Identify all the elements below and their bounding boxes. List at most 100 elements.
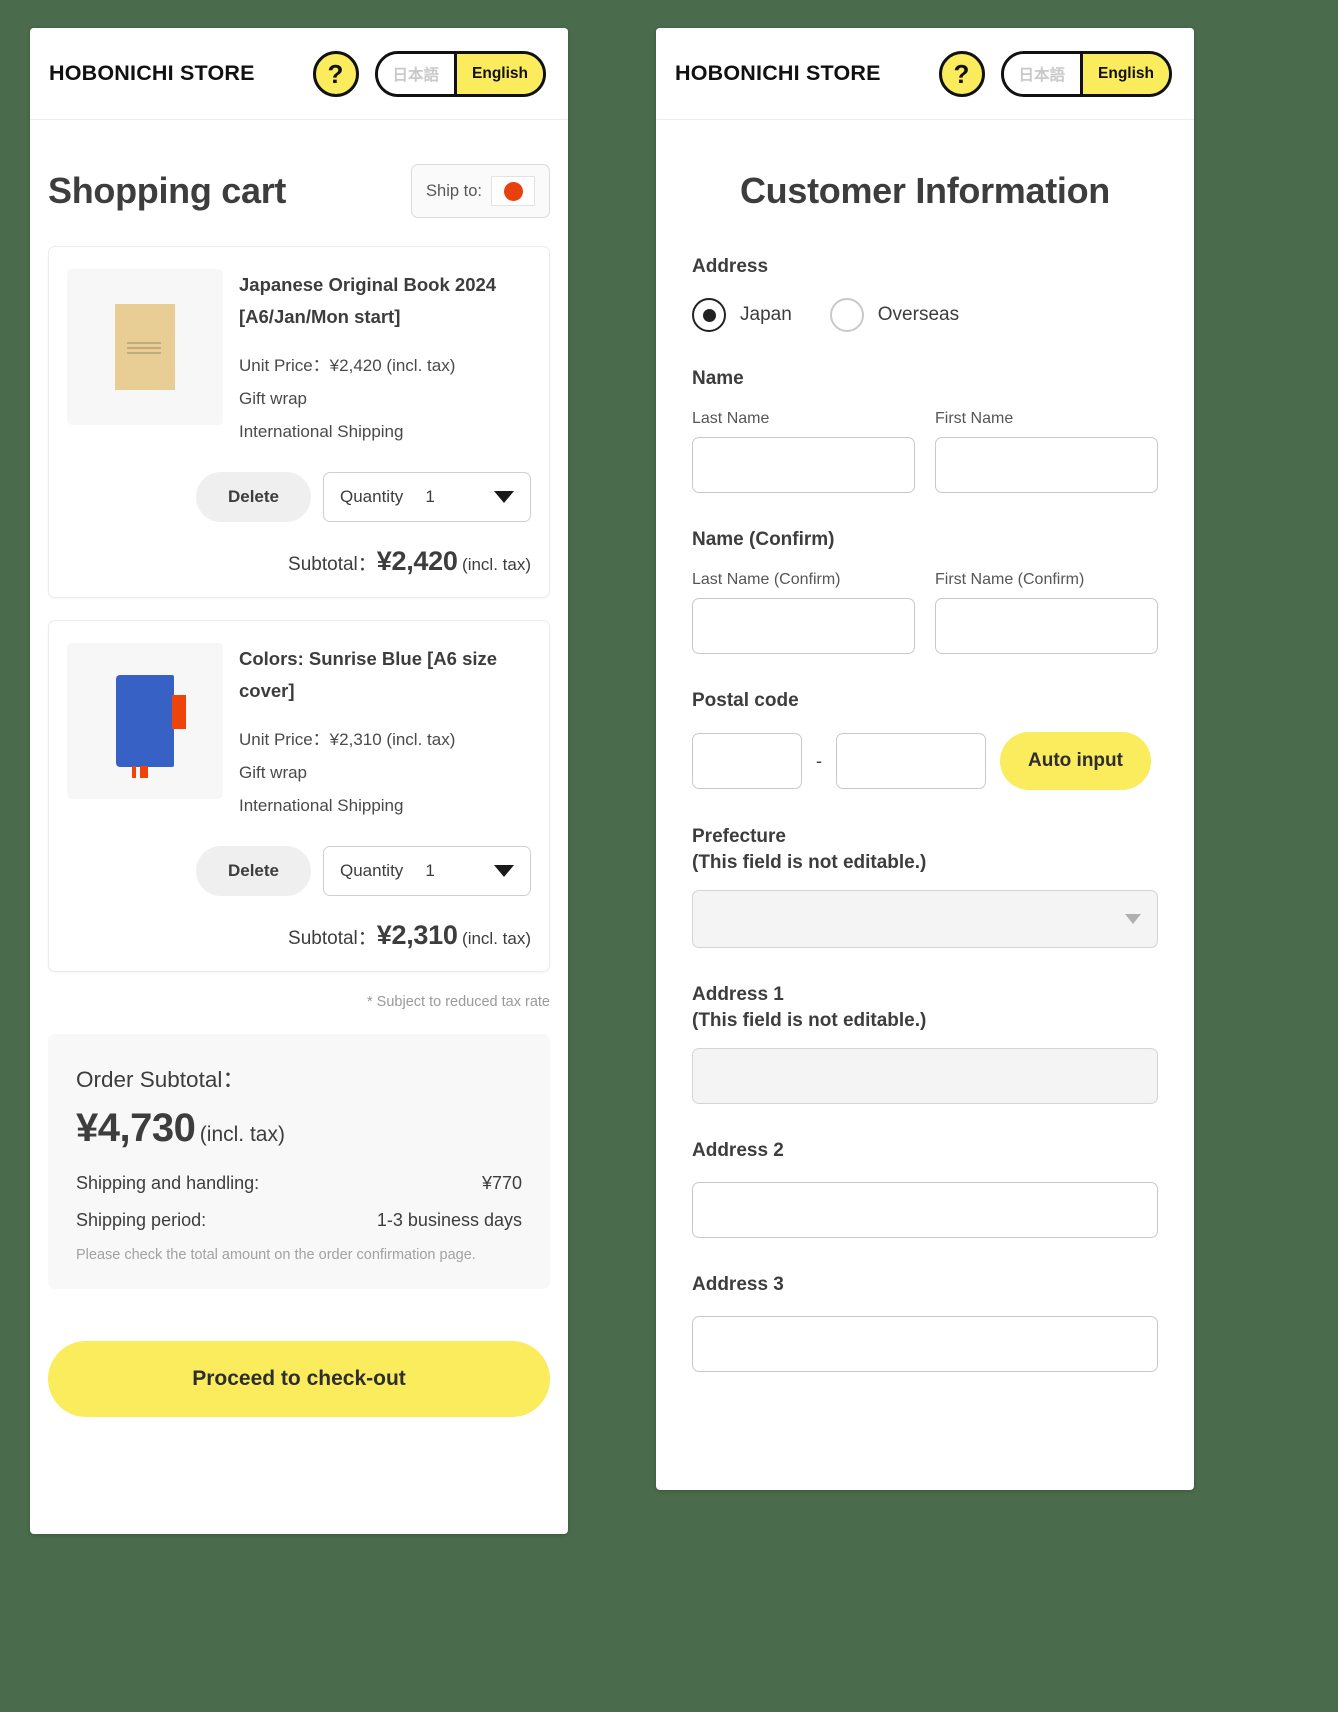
address2-group: Address 2 (692, 1140, 1158, 1238)
first-name-confirm-field[interactable] (935, 598, 1158, 654)
address3-group: Address 3 (692, 1274, 1158, 1372)
product-shipping: International Shipping (239, 421, 404, 441)
lang-option-japanese[interactable]: 日本語 (1003, 53, 1081, 94)
address1-field (692, 1048, 1158, 1104)
prefecture-select[interactable] (692, 890, 1158, 948)
proceed-to-checkout-button[interactable]: Proceed to check-out (48, 1341, 550, 1418)
product-gift-wrap: Gift wrap (239, 762, 308, 782)
shipping-handling-label: Shipping and handling: (76, 1173, 260, 1194)
order-total-amount: ¥4,730 (76, 1106, 196, 1151)
brand-logo[interactable]: HOBONICHI STORE (675, 61, 881, 86)
postal-code-row: - Auto input (692, 732, 1158, 790)
radio-japan-icon[interactable] (692, 298, 726, 332)
page-title: Shopping cart (48, 170, 287, 211)
first-name-label: First Name (935, 410, 1014, 427)
japan-flag-icon (491, 176, 535, 206)
last-name-col: Last Name (692, 410, 915, 493)
lang-option-english[interactable]: English (1080, 53, 1169, 94)
brand-logo[interactable]: HOBONICHI STORE (49, 61, 255, 86)
quantity-label: Quantity (340, 861, 404, 881)
cart-item: Japanese Original Book 2024 [A6/Jan/Mon … (48, 246, 550, 599)
radio-overseas-icon[interactable] (829, 298, 864, 332)
address2-field[interactable] (692, 1182, 1158, 1238)
site-header: HOBONICHI STORE ? 日本語 English (30, 28, 568, 120)
name-group-label: Name (692, 368, 744, 389)
prefecture-label: Prefecture (692, 826, 786, 847)
address2-label: Address 2 (692, 1140, 784, 1161)
cart-title-row: Shopping cart Ship to: (48, 120, 550, 246)
first-name-confirm-label: First Name (Confirm) (935, 571, 1085, 588)
shopping-cart-panel: HOBONICHI STORE ? 日本語 English Shopping c… (30, 28, 568, 1534)
shipping-handling-row: Shipping and handling: ¥770 (76, 1173, 522, 1194)
ship-to-selector[interactable]: Ship to: (411, 164, 550, 218)
header-actions: ? 日本語 English (938, 50, 1172, 97)
address1-note: (This field is not editable.) (692, 1010, 927, 1031)
cart-item-actions: Delete Quantity 1 (67, 472, 531, 523)
item-subtotal-label: Subtotal： (288, 554, 377, 576)
chevron-down-icon (1125, 914, 1141, 924)
chevron-down-icon (494, 491, 514, 504)
item-subtotal-tax: (incl. tax) (462, 929, 531, 949)
header-actions: ? 日本語 English (312, 50, 546, 97)
product-shipping: International Shipping (239, 795, 404, 815)
language-toggle[interactable]: 日本語 English (374, 50, 546, 97)
name-fields-row: Last Name First Name (692, 410, 1158, 493)
screenshot-stage: HOBONICHI STORE ? 日本語 English Shopping c… (0, 0, 1338, 1712)
delete-button[interactable]: Delete (195, 846, 311, 897)
last-name-field[interactable] (692, 437, 915, 493)
customer-form: Customer Information Address Japan Overs… (656, 120, 1194, 1372)
quantity-label: Quantity (340, 487, 404, 507)
question-mark-icon[interactable]: ? (312, 50, 359, 97)
order-total: ¥4,730 (incl. tax) (76, 1106, 522, 1151)
shipping-handling-value: ¥770 (481, 1173, 522, 1194)
quantity-select[interactable]: Quantity 1 (323, 846, 531, 897)
quantity-value: 1 (425, 487, 435, 507)
product-thumbnail[interactable] (67, 269, 223, 425)
item-subtotal-amount: ¥2,420 (376, 546, 458, 577)
lang-option-english[interactable]: English (454, 53, 543, 94)
name-confirm-fields-row: Last Name (Confirm) First Name (Confirm) (692, 571, 1158, 654)
order-summary: Order Subtotal： ¥4,730 (incl. tax) Shipp… (48, 1034, 550, 1290)
postal-code-part1-field[interactable] (692, 733, 802, 789)
first-name-field[interactable] (935, 437, 1158, 493)
address3-field[interactable] (692, 1316, 1158, 1372)
page-title: Customer Information (739, 170, 1110, 211)
postal-code-group: Postal code - Auto input (692, 690, 1158, 790)
region-radio-group: Japan Overseas (692, 298, 1158, 332)
item-subtotal-label: Subtotal： (288, 928, 377, 950)
lang-option-japanese[interactable]: 日本語 (377, 53, 455, 94)
prefecture-group: Prefecture (This field is not editable.) (692, 826, 1158, 948)
language-toggle[interactable]: 日本語 English (1000, 50, 1172, 97)
quantity-value: 1 (425, 861, 435, 881)
last-name-label: Last Name (692, 410, 770, 427)
address-region-group: Address Japan Overseas (692, 256, 1158, 332)
order-summary-note: Please check the total amount on the ord… (76, 1247, 476, 1264)
postal-code-label: Postal code (692, 690, 799, 711)
shipping-period-label: Shipping period: (76, 1210, 207, 1231)
delete-button[interactable]: Delete (195, 472, 311, 523)
postal-code-part2-field[interactable] (836, 733, 986, 789)
ship-to-label: Ship to: (426, 181, 482, 200)
first-name-confirm-col: First Name (Confirm) (935, 571, 1158, 654)
order-subtotal-label: Order Subtotal： (76, 1067, 245, 1093)
address-group-label: Address (692, 256, 769, 277)
product-thumbnail[interactable] (67, 643, 223, 800)
item-subtotal-tax: (incl. tax) (462, 555, 531, 575)
radio-option-overseas[interactable]: Overseas (829, 298, 959, 332)
name-confirm-group: Name (Confirm) Last Name (Confirm) First… (692, 529, 1158, 654)
quantity-select[interactable]: Quantity 1 (323, 472, 531, 523)
cart-item: Colors: Sunrise Blue [A6 size cover] Uni… (48, 620, 550, 973)
prefecture-note: (This field is not editable.) (692, 852, 927, 873)
product-name[interactable]: Colors: Sunrise Blue [A6 size cover] (239, 643, 531, 707)
last-name-confirm-field[interactable] (692, 598, 915, 654)
address1-group: Address 1 (This field is not editable.) (692, 984, 1158, 1104)
site-header: HOBONICHI STORE ? 日本語 English (656, 28, 1194, 120)
question-mark-icon[interactable]: ? (938, 50, 985, 97)
cart-item-main: Japanese Original Book 2024 [A6/Jan/Mon … (67, 269, 531, 448)
radio-option-japan[interactable]: Japan (692, 298, 792, 332)
radio-japan-label: Japan (740, 304, 792, 325)
first-name-col: First Name (935, 410, 1158, 493)
reduced-tax-note: * Subject to reduced tax rate (367, 994, 550, 1011)
auto-input-button[interactable]: Auto input (1000, 732, 1151, 790)
product-name[interactable]: Japanese Original Book 2024 [A6/Jan/Mon … (239, 269, 531, 333)
